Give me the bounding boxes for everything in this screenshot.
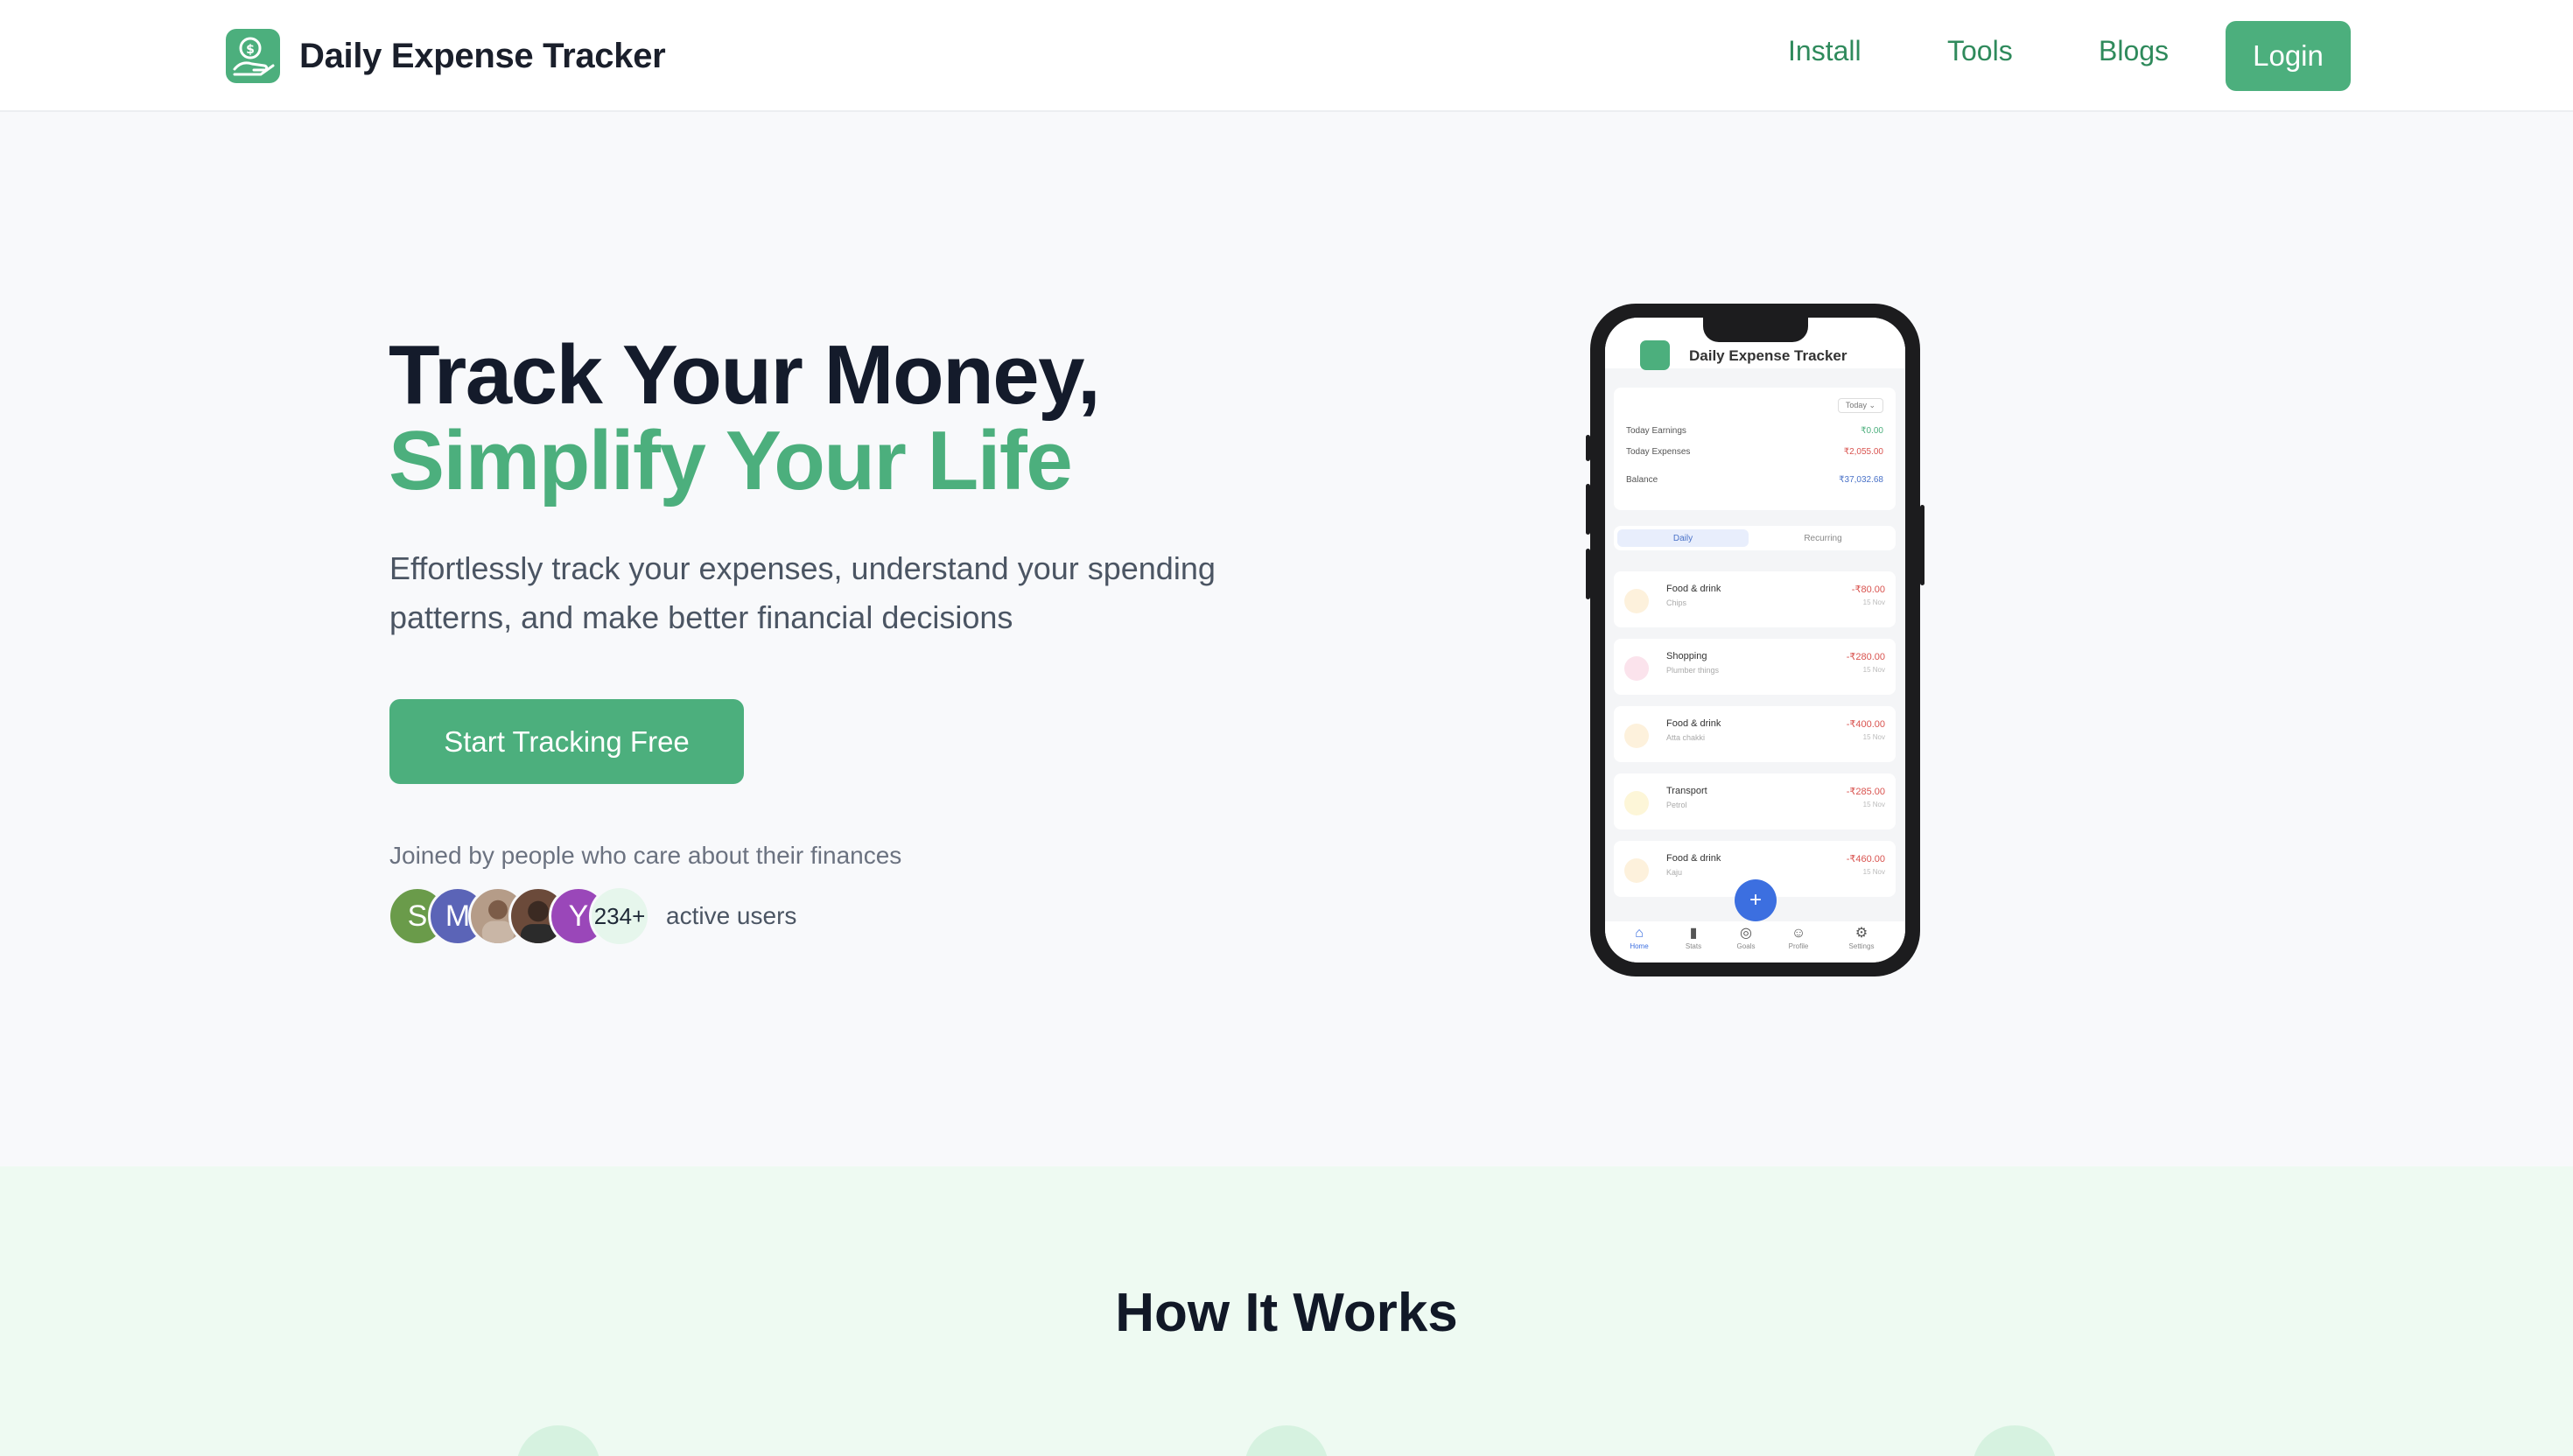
home-icon: ⌂ — [1635, 926, 1644, 941]
bottom-nav-goals[interactable]: ◎ Goals — [1724, 925, 1768, 950]
hero-title-line2: Simplify Your Life — [389, 414, 1073, 508]
phone-mockup: Daily Expense Tracker Today ⌄ Today Earn… — [1586, 304, 1924, 976]
food-icon — [1624, 589, 1649, 613]
app-title: Daily Expense Tracker — [1689, 347, 1847, 364]
nav-link-install[interactable]: Install — [1788, 35, 1861, 67]
bottom-nav-home[interactable]: ⌂ Home — [1617, 925, 1661, 950]
step-icon — [1973, 1425, 2057, 1456]
bottom-nav-settings[interactable]: ⚙ Settings — [1840, 925, 1883, 950]
transaction-item[interactable]: Food & drink Chips -₹80.00 15 Nov — [1614, 571, 1896, 627]
phone-side-button — [1586, 484, 1590, 535]
transaction-item[interactable]: Transport Petrol -₹285.00 15 Nov — [1614, 774, 1896, 830]
user-icon: ☺ — [1791, 926, 1806, 941]
food-icon — [1624, 724, 1649, 748]
phone-screen: Daily Expense Tracker Today ⌄ Today Earn… — [1605, 318, 1905, 962]
plus-icon[interactable]: + — [1735, 879, 1777, 921]
hero-subtitle: Effortlessly track your expenses, unders… — [389, 550, 1216, 635]
hero-title: Track Your Money, Simplify Your Life — [389, 332, 1101, 508]
tab-daily[interactable]: Daily — [1617, 529, 1749, 547]
money-hand-icon: $ — [226, 29, 280, 83]
login-button[interactable]: Login — [2226, 21, 2351, 91]
summary-row: Today Expenses ₹2,055.00 — [1626, 447, 1883, 457]
phone-side-button — [1920, 505, 1924, 585]
bottom-nav-stats[interactable]: ▮ Stats — [1672, 925, 1715, 950]
transaction-item[interactable]: Shopping Plumber things -₹280.00 15 Nov — [1614, 639, 1896, 695]
transaction-item[interactable]: Food & drink Atta chakki -₹400.00 15 Nov — [1614, 706, 1896, 762]
active-users-label: active users — [666, 902, 797, 929]
nav-link-tools[interactable]: Tools — [1947, 35, 2013, 67]
section-title: How It Works — [1115, 1283, 1458, 1343]
nav-link-blogs[interactable]: Blogs — [2099, 35, 2169, 67]
tabs: Daily Recurring — [1614, 526, 1896, 550]
summary-card: Today ⌄ Today Earnings ₹0.00 Today Expens… — [1614, 388, 1896, 510]
avatar-group: S M Y 234+ active users — [388, 886, 797, 947]
how-it-works-section: How It Works — [0, 1166, 2573, 1456]
phone-side-button — [1586, 435, 1590, 461]
start-tracking-button[interactable]: Start Tracking Free — [389, 699, 744, 784]
tab-recurring[interactable]: Recurring — [1757, 529, 1889, 547]
bar-chart-icon: ▮ — [1689, 926, 1698, 941]
brand-name: Daily Expense Tracker — [299, 36, 666, 75]
period-select[interactable]: Today ⌄ — [1837, 398, 1883, 413]
step-icon — [1244, 1425, 1329, 1456]
target-icon: ◎ — [1740, 926, 1752, 941]
brand-link[interactable]: $ Daily Expense Tracker — [226, 28, 666, 84]
top-navbar: $ Daily Expense Tracker Install Tools Bl… — [0, 0, 2573, 112]
hero-title-line1: Track Your Money, — [389, 328, 1101, 422]
phone-notch — [1703, 318, 1808, 342]
bottom-nav: ⌂ Home ▮ Stats ◎ Goals ☺ Profile ⚙ Settings — [1605, 921, 1905, 962]
social-proof-text: Joined by people who care about their fi… — [389, 842, 902, 869]
phone-side-button — [1586, 549, 1590, 599]
summary-row: Balance ₹37,032.68 — [1626, 475, 1883, 485]
user-count-badge: 234+ — [589, 886, 650, 947]
step-icon — [516, 1425, 600, 1456]
gear-icon: ⚙ — [1854, 926, 1868, 941]
svg-text:$: $ — [246, 43, 255, 57]
summary-row: Today Earnings ₹0.00 — [1626, 426, 1883, 436]
car-icon — [1624, 791, 1649, 816]
app-logo-icon — [1640, 340, 1670, 370]
bottom-nav-profile[interactable]: ☺ Profile — [1777, 925, 1820, 950]
food-icon — [1624, 858, 1649, 883]
shopping-bag-icon — [1624, 656, 1649, 681]
